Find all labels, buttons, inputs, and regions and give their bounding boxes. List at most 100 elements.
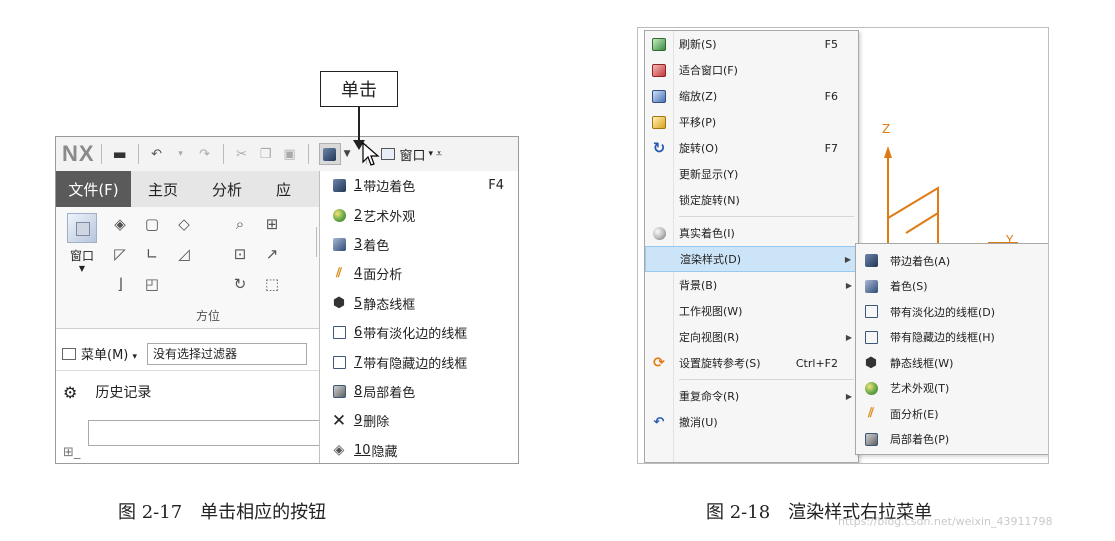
menu-icon (62, 347, 76, 360)
item-number: 10 (354, 442, 371, 458)
shaded-with-edges-icon (323, 147, 337, 161)
context-menu-item[interactable]: ⟳ 设置旋转参考(S) Ctrl+F2 (645, 350, 858, 376)
callout-arrow-line (358, 107, 360, 143)
context-menu-item[interactable]: 工作视图(W) (645, 298, 858, 324)
item-label: 工作视图(W) (679, 305, 743, 318)
group-label-orientation: 方位 (196, 309, 221, 323)
tab-home[interactable]: 主页 (131, 171, 195, 207)
customize-icon[interactable]: ⩡ (436, 147, 442, 161)
submenu-item[interactable]: 艺术外观(T) (856, 376, 1048, 402)
context-menu-item[interactable]: 更新显示(Y) (645, 161, 858, 187)
tab-file[interactable]: 文件(F) (56, 171, 131, 207)
back-view-icon[interactable]: ◰ (143, 275, 161, 293)
dropdown-item[interactable]: 7 带有隐藏边的线框 (320, 347, 518, 376)
part-navigator-icon[interactable]: ⊞_ (63, 445, 80, 460)
dropdown-item[interactable]: ⬢ 5 静态线框 (320, 289, 518, 318)
item-shortcut: F6 (824, 89, 838, 103)
submenu-item[interactable]: 带边着色(A) (856, 248, 1048, 274)
wireframe-dim-edges-icon (332, 326, 346, 340)
menu-button[interactable]: 菜单(M) ▾ (81, 344, 137, 363)
item-icon-wrap: ⬢ (856, 355, 886, 371)
item-label: 渲染样式(D) (680, 253, 742, 266)
item-label: 静态线框(W) (890, 356, 954, 370)
snap-view-icon[interactable]: ↗ (263, 245, 281, 263)
undo-icon[interactable]: ↶ (148, 145, 166, 163)
render-style-dropdown-menu: 1 带边着色 F4 2 艺术外观 3 着色 ⫽ 4 面分析 ⬢ 5 静态线框 6 带有淡化边的线框 7 带有隐藏… (319, 171, 518, 463)
submenu-item[interactable]: 着色(S) (856, 274, 1048, 300)
render-style-button[interactable] (318, 143, 341, 165)
context-menu-item[interactable]: 适合窗口(F) (645, 57, 858, 83)
dropdown-item[interactable]: ◈ 10 隐藏 (320, 436, 518, 463)
submenu-item[interactable]: 带有隐藏边的线框(H) (856, 325, 1048, 351)
gear-icon[interactable]: ⚙ (63, 383, 77, 402)
context-menu-item[interactable]: ↶ 撤消(U) (645, 409, 858, 435)
context-menu-item[interactable]: ↻ 旋转(O) F7 (645, 135, 858, 161)
paste-icon[interactable]: ▣ (281, 145, 299, 163)
item-label: 面分析 (363, 268, 403, 284)
menu-section-render: 真实着色(I) 渲染样式(D) ▶ 背景(B) ▶ 工作视图(W) 定向视图(R) ▶ ⟳ 设置旋… (645, 220, 858, 376)
window-big-button[interactable]: 窗口 ▼ (62, 213, 102, 273)
studio-icon (864, 381, 878, 395)
cut-icon[interactable]: ✂ (233, 145, 251, 163)
dropdown-item[interactable]: ⫽ 4 面分析 (320, 259, 518, 288)
context-menu-item[interactable]: 渲染样式(D) ▶ (645, 246, 858, 272)
context-menu-item[interactable]: 平移(P) (645, 109, 858, 135)
set-rotation-reference-icon: ⟳ (653, 355, 665, 371)
tab-analysis[interactable]: 分析 (195, 171, 259, 207)
right-view-icon[interactable]: ∟ (143, 245, 161, 263)
context-menu-item[interactable]: 锁定旋转(N) (645, 187, 858, 213)
trimetric-icon[interactable]: ◈ (111, 215, 129, 233)
pan-icon[interactable]: ⊡ (231, 245, 249, 263)
isometric-icon[interactable]: ◇ (175, 215, 193, 233)
zoom-icon[interactable]: ⌕ (231, 215, 249, 233)
zoom-window-icon[interactable]: ⬚ (263, 275, 281, 293)
window-menu-button[interactable]: 窗口 ▾ ⩡ (381, 145, 442, 164)
render-style-dropdown-arrow[interactable]: ▼ (344, 149, 351, 159)
context-menu-item[interactable]: 定向视图(R) ▶ (645, 324, 858, 350)
submenu-item[interactable]: ⫽ 面分析(E) (856, 401, 1048, 427)
undo-icon: ↶ (653, 414, 665, 430)
item-icon-wrap: ↻ (645, 139, 673, 157)
context-menu-item[interactable]: 重复命令(R) ▶ (645, 383, 858, 409)
item-icon-wrap (856, 432, 886, 446)
type-filter-select[interactable]: 没有选择过滤器 (147, 342, 308, 365)
context-menu-item[interactable]: 缩放(Z) F6 (645, 83, 858, 109)
mouse-pointer-icon (362, 142, 380, 166)
history-search-input[interactable] (88, 420, 328, 446)
dropdown-item[interactable]: 1 带边着色 F4 (320, 171, 518, 200)
item-icon-wrap (645, 37, 673, 51)
item-icon-wrap: ↶ (645, 415, 673, 430)
save-icon[interactable]: ▬ (111, 145, 129, 163)
item-label: 设置旋转参考(S) (679, 357, 761, 370)
dropdown-item[interactable]: 3 着色 (320, 230, 518, 259)
redo-icon[interactable]: ↷ (196, 145, 214, 163)
item-icon-wrap: ✕ (328, 411, 350, 431)
item-icon-wrap (645, 226, 673, 240)
model-edge (905, 212, 939, 234)
fit-icon[interactable]: ⊞ (263, 215, 281, 233)
dropdown-item[interactable]: 6 带有淡化边的线框 (320, 318, 518, 347)
submenu-item[interactable]: 局部着色(P) (856, 427, 1048, 453)
item-label: 缩放(Z) (679, 90, 718, 103)
tab-application[interactable]: 应 (259, 171, 308, 207)
undo-dropdown-icon[interactable]: ▾ (172, 145, 190, 163)
chevron-down-icon: ▾ (428, 149, 434, 159)
item-label: 艺术外观 (363, 209, 416, 225)
rotate-icon[interactable]: ↻ (231, 275, 249, 293)
context-menu-item[interactable]: 真实着色(I) (645, 220, 858, 246)
front-view-icon[interactable]: ▢ (143, 215, 161, 233)
submenu-item[interactable]: ⬢ 静态线框(W) (856, 350, 1048, 376)
top-view-icon[interactable]: ◸ (111, 245, 129, 263)
left-view-icon[interactable]: ⌋ (111, 275, 129, 293)
context-menu-item[interactable]: 背景(B) ▶ (645, 272, 858, 298)
copy-icon[interactable]: ❐ (257, 145, 275, 163)
fit-window-icon (652, 63, 666, 77)
dropdown-item[interactable]: 8 局部着色 (320, 377, 518, 406)
item-icon-wrap (328, 355, 350, 369)
window-menu-label: 窗口 (399, 148, 426, 164)
submenu-item[interactable]: 带有淡化边的线框(D) (856, 299, 1048, 325)
bottom-view-icon[interactable]: ◿ (175, 245, 193, 263)
dropdown-item[interactable]: ✕ 9 删除 (320, 406, 518, 435)
dropdown-item[interactable]: 2 艺术外观 (320, 200, 518, 229)
context-menu-item[interactable]: 刷新(S) F5 (645, 31, 858, 57)
